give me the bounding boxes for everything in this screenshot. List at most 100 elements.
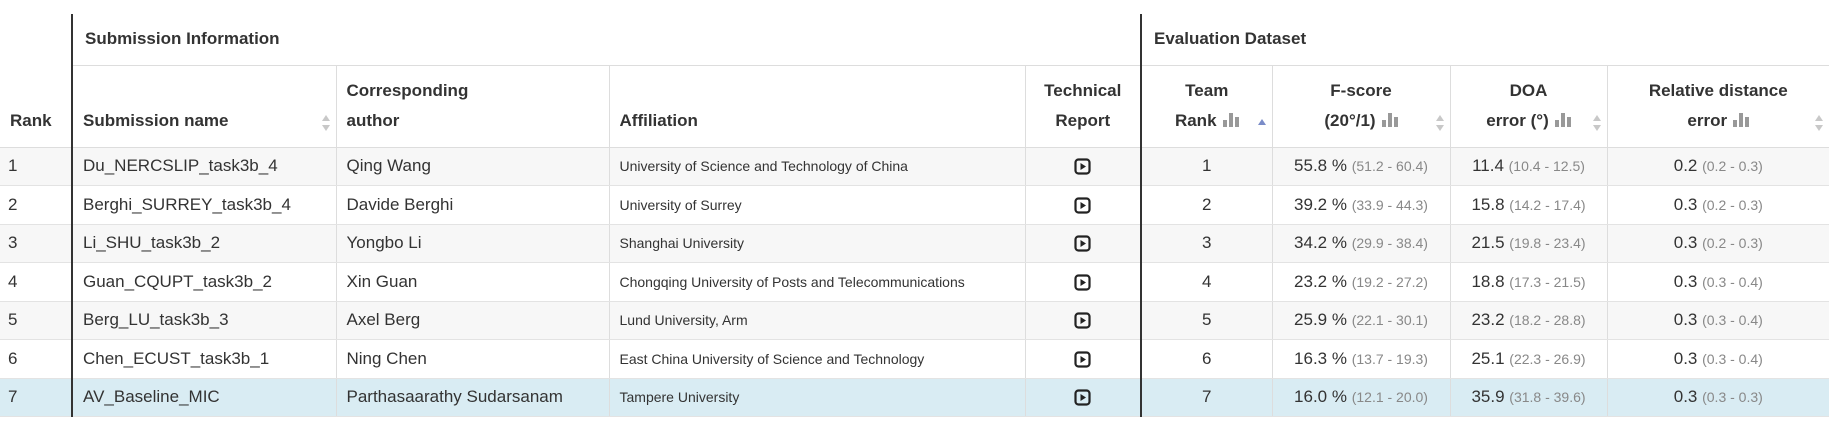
cell-rank: 3 (0, 224, 72, 263)
table-body: 1 Du_NERCSLIP_task3b_4 Qing Wang University… (0, 147, 1829, 417)
report-play-icon[interactable] (1074, 158, 1091, 175)
doa-error-value: 18.8 (1471, 271, 1505, 291)
cell-affiliation: Shanghai University (608, 224, 1025, 263)
report-play-icon[interactable] (1074, 197, 1091, 214)
doa-error-ci: (17.3 - 21.5) (1509, 273, 1586, 290)
results-table-container: Rank Submission Information Evaluation D… (0, 0, 1829, 421)
table-row[interactable]: 5 Berg_LU_task3b_3 Axel Berg Lund Universit… (0, 301, 1829, 340)
cell-team-rank: 4 (1140, 262, 1272, 302)
table-row[interactable]: 3 Li_SHU_task3b_2 Yongbo Li Shanghai Univer… (0, 224, 1829, 263)
cell-author: Yongbo Li (335, 224, 609, 263)
sort-icon[interactable] (1815, 114, 1824, 131)
doa-error-ci: (10.4 - 12.5) (1508, 158, 1585, 175)
column-header-affiliation[interactable]: Affiliation (608, 65, 1025, 148)
doa-error-value: 25.1 (1471, 348, 1505, 368)
cell-author: Parthasaarathy Sudarsanam (335, 378, 609, 417)
column-header-doa-error[interactable]: DOA error (°) (1449, 65, 1607, 148)
f-score-value: 55.8 % (1294, 156, 1347, 176)
column-header-rank[interactable]: Rank (0, 14, 72, 148)
column-header-team-rank[interactable]: Team Rank (1140, 65, 1272, 148)
f-score-ci: (51.2 - 60.4) (1351, 158, 1428, 175)
column-header-relative-distance-error[interactable]: Relative distance error (1606, 65, 1829, 148)
f-score-value: 23.2 % (1294, 271, 1347, 291)
table-row[interactable]: 1 Du_NERCSLIP_task3b_4 Qing Wang University… (0, 147, 1829, 186)
affiliation-header-label: Affiliation (619, 110, 698, 130)
fscore-header-line1: F-score (1330, 80, 1392, 100)
rank-header-label: Rank (10, 110, 52, 130)
cell-submission-name: Guan_CQUPT_task3b_2 (71, 262, 336, 302)
f-score-value: 39.2 % (1294, 194, 1347, 214)
cell-affiliation: East China University of Science and Tec… (608, 339, 1025, 379)
cell-rank: 4 (0, 262, 72, 302)
cell-technical-report (1024, 339, 1141, 379)
table-row[interactable]: 7 AV_Baseline_MIC Parthasaarathy Sudarsana… (0, 378, 1829, 417)
cell-relative-distance-error: 0.3 (0.3 - 0.4) (1606, 339, 1829, 379)
report-play-icon[interactable] (1074, 351, 1091, 368)
tech-header-line1: Technical (1044, 80, 1122, 100)
sort-icon[interactable] (321, 114, 330, 131)
cell-f-score: 34.2 % (29.9 - 38.4) (1271, 224, 1450, 263)
bar-chart-icon[interactable] (1222, 112, 1239, 127)
f-score-value: 34.2 % (1294, 233, 1347, 253)
bar-chart-icon[interactable] (1381, 112, 1398, 127)
cell-rank: 5 (0, 301, 72, 340)
doa-header-line2: error (°) (1486, 110, 1549, 130)
sort-ascending-icon[interactable] (1257, 115, 1266, 131)
cell-rank: 7 (0, 378, 72, 417)
rde-header-line1: Relative distance (1648, 80, 1788, 100)
relative-distance-error-value: 0.3 (1673, 233, 1698, 253)
f-score-ci: (12.1 - 20.0) (1351, 389, 1428, 406)
doa-error-value: 21.5 (1471, 233, 1505, 253)
relative-distance-error-ci: (0.2 - 0.3) (1702, 158, 1763, 175)
cell-f-score: 16.0 % (12.1 - 20.0) (1271, 378, 1450, 417)
report-play-icon[interactable] (1074, 274, 1091, 291)
table-header: Rank Submission Information Evaluation D… (0, 14, 1829, 148)
table-row[interactable]: 2 Berghi_SURREY_task3b_4 Davide Berghi Univ… (0, 185, 1829, 225)
cell-technical-report (1024, 185, 1141, 225)
column-header-technical-report[interactable]: Technical Report (1024, 65, 1141, 148)
cell-affiliation: Lund University, Arm (608, 301, 1025, 340)
cell-team-rank: 5 (1140, 301, 1272, 340)
cell-submission-name: Berg_LU_task3b_3 (71, 301, 336, 340)
bar-chart-icon[interactable] (1554, 112, 1571, 127)
column-header-corresponding-author[interactable]: Corresponding author (335, 65, 609, 148)
cell-author: Qing Wang (335, 147, 609, 186)
report-play-icon[interactable] (1074, 389, 1091, 406)
column-header-submission-name[interactable]: Submission name (71, 65, 336, 148)
sort-icon[interactable] (1592, 114, 1601, 131)
column-header-f-score[interactable]: F-score (20°/1) (1271, 65, 1450, 148)
relative-distance-error-ci: (0.2 - 0.3) (1702, 235, 1763, 252)
report-play-icon[interactable] (1074, 235, 1091, 252)
cell-relative-distance-error: 0.3 (0.3 - 0.4) (1606, 262, 1829, 302)
cell-team-rank: 7 (1140, 378, 1272, 417)
relative-distance-error-value: 0.3 (1673, 310, 1698, 330)
sort-icon[interactable] (1435, 114, 1444, 131)
f-score-value: 16.0 % (1294, 387, 1347, 407)
relative-distance-error-value: 0.2 (1673, 156, 1698, 176)
cell-submission-name: Chen_ECUST_task3b_1 (71, 339, 336, 379)
cell-doa-error: 23.2 (18.2 - 28.8) (1449, 301, 1607, 340)
cell-doa-error: 15.8 (14.2 - 17.4) (1449, 185, 1607, 225)
cell-submission-name: Berghi_SURREY_task3b_4 (71, 185, 336, 225)
table-row[interactable]: 6 Chen_ECUST_task3b_1 Ning Chen East China … (0, 339, 1829, 379)
cell-f-score: 16.3 % (13.7 - 19.3) (1271, 339, 1450, 379)
cell-affiliation: University of Science and Technology of … (608, 147, 1025, 186)
report-play-icon[interactable] (1074, 312, 1091, 329)
cell-f-score: 55.8 % (51.2 - 60.4) (1271, 147, 1450, 186)
doa-header-line1: DOA (1509, 80, 1548, 100)
f-score-ci: (13.7 - 19.3) (1351, 350, 1428, 367)
cell-submission-name: Li_SHU_task3b_2 (71, 224, 336, 263)
cell-technical-report (1024, 378, 1141, 417)
cell-team-rank: 1 (1140, 147, 1272, 186)
cell-author: Davide Berghi (335, 185, 609, 225)
team-rank-header-line2: Rank (1174, 110, 1217, 130)
cell-rank: 1 (0, 147, 72, 186)
table-row[interactable]: 4 Guan_CQUPT_task3b_2 Xin Guan Chongqing Un… (0, 262, 1829, 302)
doa-error-ci: (14.2 - 17.4) (1509, 196, 1586, 213)
fscore-header-line2: (20°/1) (1324, 110, 1376, 130)
cell-technical-report (1024, 301, 1141, 340)
bar-chart-icon[interactable] (1733, 112, 1750, 127)
cell-author: Ning Chen (335, 339, 609, 379)
group-header-evaluation-dataset: Evaluation Dataset (1139, 14, 1829, 66)
cell-doa-error: 18.8 (17.3 - 21.5) (1449, 262, 1607, 302)
